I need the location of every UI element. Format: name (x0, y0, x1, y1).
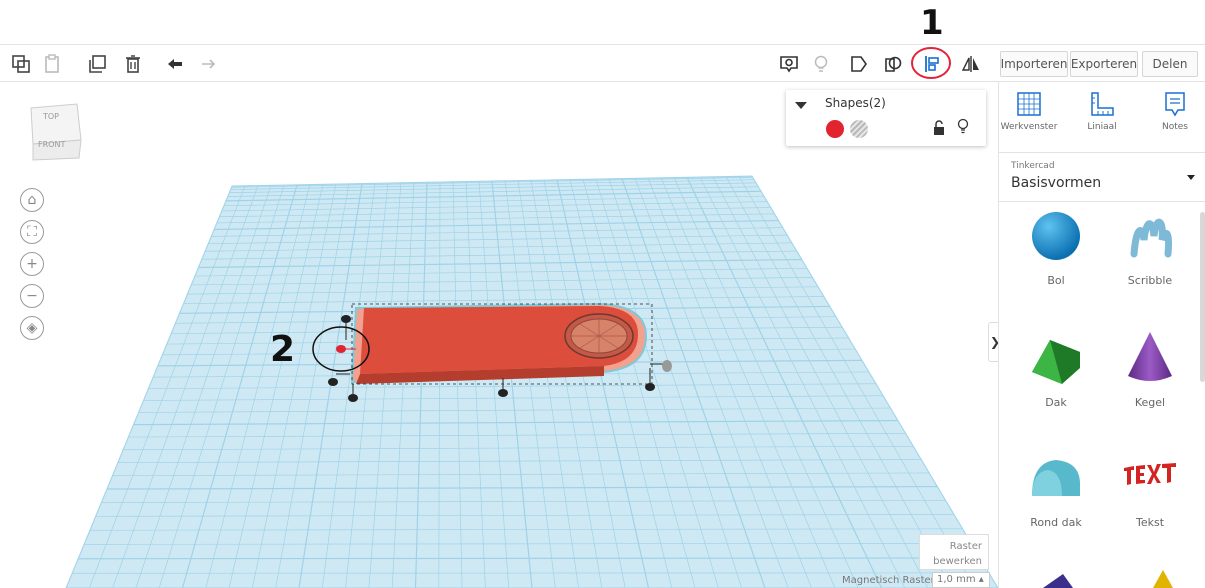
paste-icon[interactable] (40, 51, 66, 77)
duplicate-icon[interactable] (84, 51, 110, 77)
view-cube-front-label[interactable]: FRONT (38, 140, 65, 149)
snap-grid-select[interactable]: 1,0 mm ▴ (932, 572, 990, 588)
zoom-in-icon[interactable]: + (20, 252, 44, 276)
workplane-tool[interactable]: Werkvenster (999, 90, 1059, 132)
collapse-caret-icon[interactable] (795, 102, 807, 109)
shape-tile-text[interactable]: Tekst (1105, 448, 1195, 558)
cone-shape-icon (1128, 332, 1172, 381)
dropdown-caret-icon (1187, 175, 1195, 180)
workplane-grid[interactable] (0, 82, 998, 588)
redo-icon[interactable] (196, 51, 222, 77)
top-toolbar: Importeren Exporteren Delen (0, 44, 1205, 82)
annotation-strip: 1 (0, 0, 1205, 44)
shape-tile-scribble[interactable]: Scribble (1105, 206, 1195, 316)
edit-grid-label-line2: bewerken (933, 556, 982, 567)
text-shape-icon (1124, 463, 1176, 485)
annotation-number-2: 2 (270, 329, 296, 370)
import-button[interactable]: Importeren (1000, 51, 1068, 77)
next-shapes-preview (1043, 570, 1173, 588)
notes-tool[interactable]: Notes (1145, 90, 1205, 132)
ruler-tool-label: Liniaal (1087, 122, 1117, 132)
scribble-shape-icon (1130, 218, 1172, 258)
view-cube[interactable] (27, 102, 83, 162)
shape-library-select[interactable]: Tinkercad Basisvormen (999, 152, 1205, 202)
visibility-bulb-icon[interactable] (956, 118, 970, 136)
annotation-number-1: 1 (920, 3, 944, 43)
group-icon[interactable] (846, 51, 872, 77)
shape-label: Dak (1045, 396, 1067, 409)
copy-icon[interactable] (8, 51, 34, 77)
fit-view-icon[interactable]: ⛶ (20, 220, 44, 244)
notes-tool-label: Notes (1162, 122, 1188, 132)
shape-label: Rond dak (1030, 516, 1082, 529)
shape-label: Tekst (1135, 516, 1165, 529)
library-name: Basisvormen (1011, 175, 1102, 191)
lightbulb-icon[interactable] (808, 51, 834, 77)
solid-color-swatch[interactable] (826, 120, 844, 138)
right-panel: Werkvenster Liniaal Notes Tinkercad Basi… (998, 82, 1205, 588)
roof-shape-icon (1032, 340, 1080, 384)
note-icon[interactable] (776, 51, 802, 77)
share-button[interactable]: Delen (1142, 51, 1198, 77)
workplane-tool-label: Werkvenster (1000, 122, 1058, 132)
shape-label: Kegel (1134, 396, 1166, 409)
lock-icon[interactable] (932, 120, 946, 136)
annotation-circle-1 (911, 47, 951, 79)
3d-workspace[interactable]: 2 TOP FRONT ⌂ ⛶ + − ◈ Shapes(2) Raster b… (0, 82, 998, 588)
ruler-icon (1091, 92, 1114, 116)
library-source-label: Tinkercad (1011, 161, 1055, 171)
shape-tile-sphere[interactable]: Bol (1011, 206, 1101, 316)
undo-icon[interactable] (162, 51, 188, 77)
zoom-out-icon[interactable]: − (20, 284, 44, 308)
shape-tile-round-roof[interactable]: Rond dak (1011, 448, 1101, 558)
ungroup-icon[interactable] (880, 51, 906, 77)
ortho-view-icon[interactable]: ◈ (20, 316, 44, 340)
home-view-icon[interactable]: ⌂ (20, 188, 44, 212)
library-scrollbar[interactable] (1200, 212, 1205, 382)
sphere-shape-icon (1032, 212, 1080, 260)
shapes-count-title: Shapes(2) (825, 96, 886, 110)
notes-icon (1165, 92, 1185, 117)
hole-swatch[interactable] (850, 120, 868, 138)
trash-icon[interactable] (120, 51, 146, 77)
tinkercad-editor: 1 Importeren Exporteren Delen 2 TOP FRON… (0, 0, 1205, 588)
shape-label: Bol (1047, 274, 1065, 287)
edit-grid-label-line1: Raster (949, 541, 982, 552)
view-cube-top-label[interactable]: TOP (43, 112, 59, 121)
snap-grid-label: Magnetisch Raster (842, 575, 935, 586)
selected-object[interactable] (350, 302, 653, 385)
shape-inspector-panel: Shapes(2) (786, 90, 986, 146)
workplane-icon (1017, 92, 1041, 116)
shape-tile-roof[interactable]: Dak (1011, 328, 1101, 438)
mirror-icon[interactable] (958, 51, 984, 77)
export-button[interactable]: Exporteren (1070, 51, 1138, 77)
edit-grid-button[interactable]: Raster bewerken (919, 534, 989, 570)
shape-tile-cone[interactable]: Kegel (1105, 328, 1195, 438)
shape-label: Scribble (1127, 274, 1173, 287)
ruler-tool[interactable]: Liniaal (1072, 90, 1132, 132)
round-roof-shape-icon (1032, 460, 1080, 496)
